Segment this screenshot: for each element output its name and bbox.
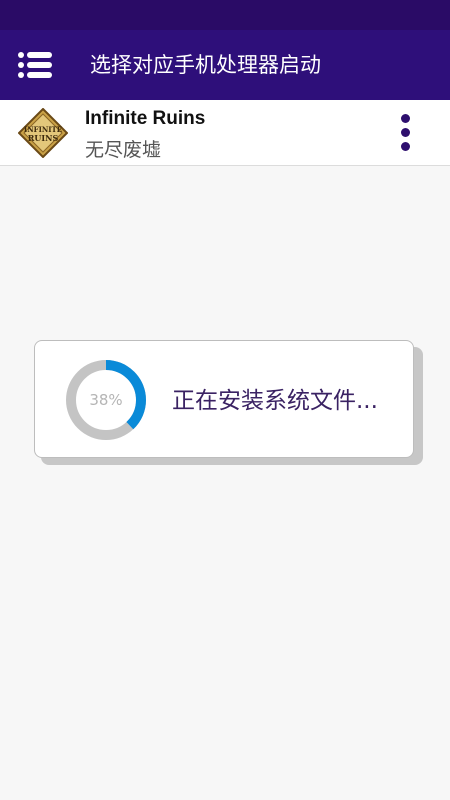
hamburger-menu-icon[interactable]: [18, 51, 52, 79]
game-list-item[interactable]: INFINITE RUINS Infinite Ruins 无尽废墟: [0, 100, 450, 166]
more-vert-icon[interactable]: [396, 114, 416, 152]
status-bar: [0, 0, 450, 30]
installing-dialog: 38% 正在安装系统文件...: [34, 340, 414, 458]
page-title: 选择对应手机处理器启动: [90, 53, 321, 77]
logo-line2-text: RUINS: [28, 133, 59, 143]
app-bar: 选择对应手机处理器启动: [0, 30, 450, 100]
game-logo: INFINITE RUINS: [17, 107, 69, 159]
game-subtitle: 无尽废墟: [85, 139, 162, 161]
status-message: 正在安装系统文件...: [172, 388, 378, 414]
progress-percentage: 38%: [89, 391, 123, 409]
game-title: Infinite Ruins: [85, 108, 206, 129]
